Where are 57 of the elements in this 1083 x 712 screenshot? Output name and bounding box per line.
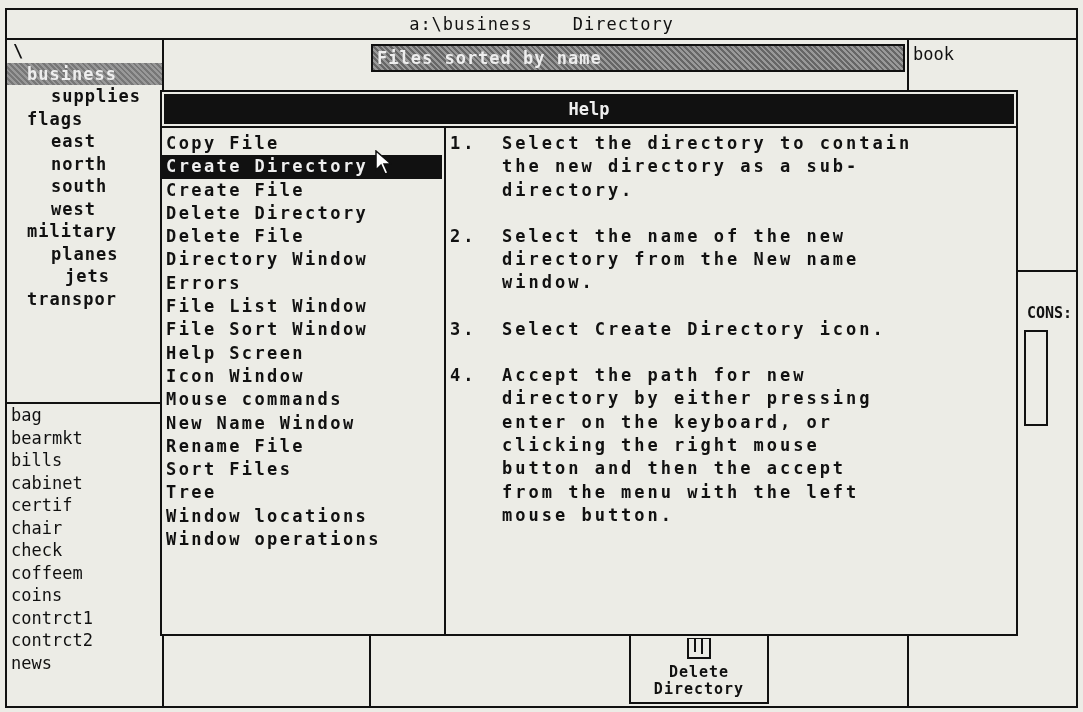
help-topic[interactable]: File List Window — [162, 295, 444, 319]
help-topic[interactable]: New Name Window — [162, 411, 444, 435]
file-item[interactable]: contrct1 — [11, 606, 162, 629]
trash-can-icon — [686, 638, 712, 660]
file-item[interactable]: cabinet — [11, 471, 162, 494]
tree-item[interactable]: north — [7, 152, 162, 175]
step-number: 4. — [450, 364, 478, 388]
file-item[interactable]: news — [11, 651, 162, 674]
step-number: 2. — [450, 224, 478, 248]
file-item[interactable]: book — [913, 44, 1076, 64]
step-number: 3. — [450, 317, 478, 341]
file-item[interactable]: chair — [11, 516, 162, 539]
file-item[interactable]: bills — [11, 449, 162, 472]
help-topic[interactable]: Tree — [162, 481, 444, 505]
tree-item[interactable]: planes — [7, 242, 162, 265]
help-topic[interactable]: Mouse commands — [162, 388, 444, 412]
icons-label: CONS: — [1027, 304, 1073, 322]
tree-item[interactable]: west — [7, 197, 162, 220]
help-topic[interactable]: Help Screen — [162, 341, 444, 365]
file-item[interactable]: check — [11, 539, 162, 562]
step-number: 1. — [450, 132, 478, 155]
file-item[interactable]: coins — [11, 584, 162, 607]
help-topic[interactable]: Icon Window — [162, 364, 444, 389]
help-topic[interactable]: Delete File — [162, 225, 444, 249]
help-topic[interactable]: Window locations — [162, 504, 444, 529]
tree-item[interactable]: business — [7, 62, 162, 85]
help-topic[interactable]: Directory Window — [162, 248, 444, 272]
tree-item[interactable]: south — [7, 175, 162, 198]
tree-item[interactable]: east — [7, 130, 162, 153]
tree-item[interactable]: jets — [7, 265, 162, 288]
sort-header: Files sorted by name — [371, 44, 905, 72]
help-topic[interactable]: Copy File — [162, 132, 444, 156]
step-text: Select Create Directory icon. — [502, 317, 886, 341]
file-item[interactable]: coffeem — [11, 561, 162, 584]
help-topic[interactable]: Create File — [162, 178, 444, 202]
file-item[interactable]: certif — [11, 494, 162, 517]
help-topic[interactable]: Errors — [162, 271, 444, 296]
help-topic[interactable]: Window operations — [162, 528, 444, 552]
tree-item[interactable]: military — [7, 220, 162, 243]
step-text: Select the name of the new directory from the New name window. — [502, 224, 860, 295]
file-item[interactable]: bearmkt — [11, 426, 162, 449]
help-topic[interactable]: Rename File — [162, 434, 444, 459]
tree-item[interactable]: supplies — [7, 85, 162, 108]
help-title-bar: Help — [164, 94, 1014, 124]
path-label: a:\business — [409, 14, 533, 34]
tree-item[interactable]: flags — [7, 107, 162, 130]
help-topic[interactable]: File Sort Window — [162, 318, 444, 342]
step-text: Select the directory to contain the new directory as a sub- directory. — [502, 132, 913, 202]
file-item[interactable]: bag — [11, 404, 162, 427]
tree-root[interactable]: \ — [7, 40, 162, 63]
window-title: Directory — [572, 14, 674, 34]
tree-item[interactable]: transpor — [7, 287, 162, 310]
step-text: Accept the path for new directory by either pressing enter on the keyboard, or clicking the right mouse button and then the accept from the menu with the left mouse button. — [502, 364, 873, 527]
help-topic[interactable]: Delete Directory — [162, 201, 444, 226]
help-topic[interactable]: Sort Files — [162, 458, 444, 482]
help-topic[interactable]: Create Directory — [162, 155, 442, 179]
file-item[interactable]: contrct2 — [11, 629, 162, 652]
